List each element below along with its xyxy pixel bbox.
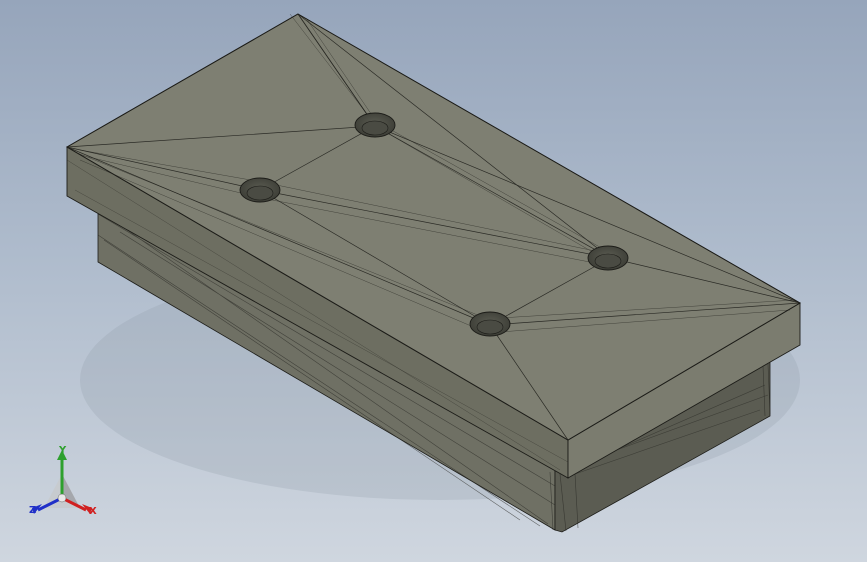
triad-x-label: X bbox=[89, 506, 97, 517]
hole-bottom[interactable] bbox=[469, 311, 511, 337]
triad-y-label: Y bbox=[59, 445, 67, 456]
hole-left[interactable] bbox=[239, 177, 281, 203]
orientation-triad[interactable]: Y X Z bbox=[22, 446, 106, 526]
hole-top[interactable] bbox=[354, 112, 396, 138]
hole-right[interactable] bbox=[587, 245, 629, 271]
triad-z-label: Z bbox=[29, 505, 37, 516]
part-model[interactable] bbox=[0, 0, 867, 562]
graphics-viewport[interactable]: Y X Z bbox=[0, 0, 867, 562]
